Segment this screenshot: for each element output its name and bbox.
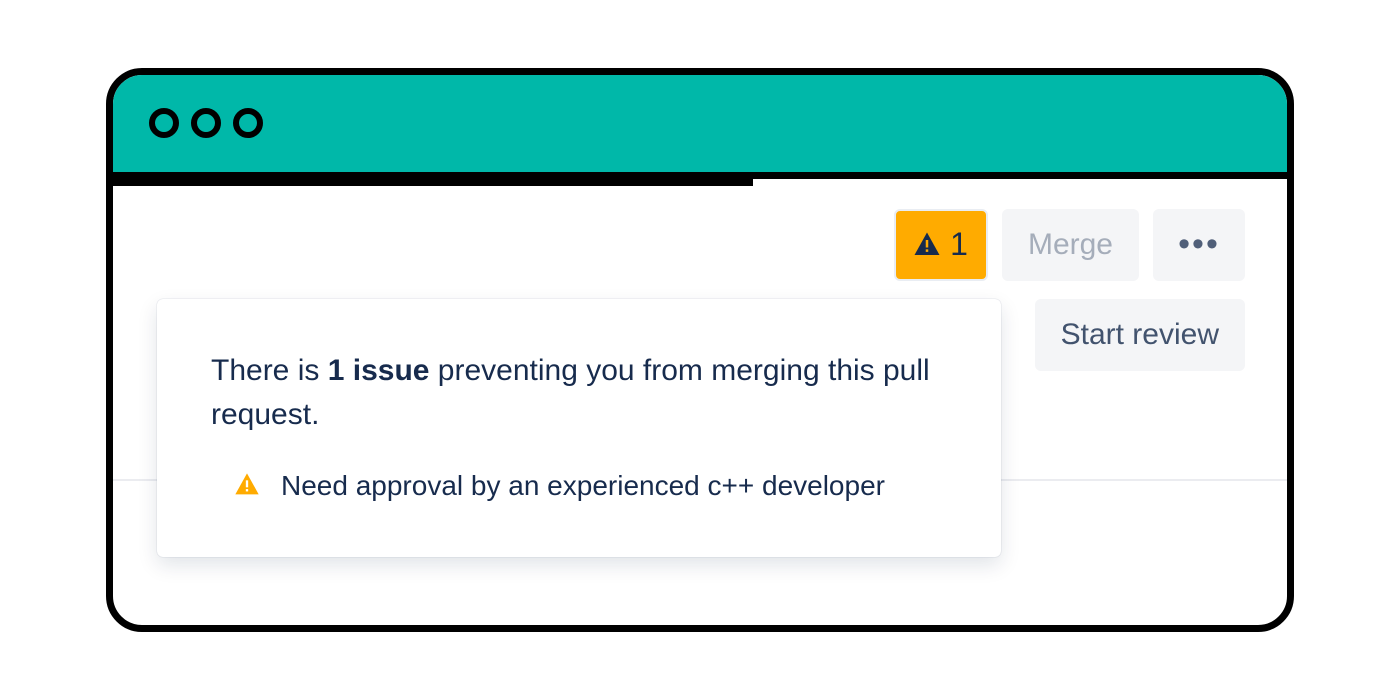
issue-list-item: Need approval by an experienced c++ deve…: [211, 465, 947, 506]
merge-button[interactable]: Merge: [1002, 209, 1139, 281]
merge-blocker-popover: There is 1 issue preventing you from mer…: [157, 299, 1001, 557]
warning-icon: [912, 230, 942, 260]
issue-count-badge[interactable]: 1: [894, 209, 988, 281]
start-review-button[interactable]: Start review: [1035, 299, 1245, 371]
popover-heading: There is 1 issue preventing you from mer…: [211, 349, 947, 438]
window-titlebar: [113, 75, 1287, 179]
content: 1 Merge ••• Start review There is 1 issu…: [113, 179, 1287, 371]
heading-text-before: There is: [211, 354, 328, 387]
window-close-button[interactable]: [149, 108, 179, 138]
heading-issue-count: 1 issue: [328, 354, 430, 387]
warning-icon: [233, 471, 261, 499]
window-maximize-button[interactable]: [233, 108, 263, 138]
browser-window: 1 Merge ••• Start review There is 1 issu…: [106, 68, 1294, 632]
merge-toolbar: 1 Merge •••: [155, 209, 1245, 281]
issue-count-number: 1: [950, 226, 968, 263]
traffic-lights: [149, 108, 263, 138]
issue-text: Need approval by an experienced c++ deve…: [281, 465, 885, 506]
more-actions-button[interactable]: •••: [1153, 209, 1245, 281]
window-minimize-button[interactable]: [191, 108, 221, 138]
